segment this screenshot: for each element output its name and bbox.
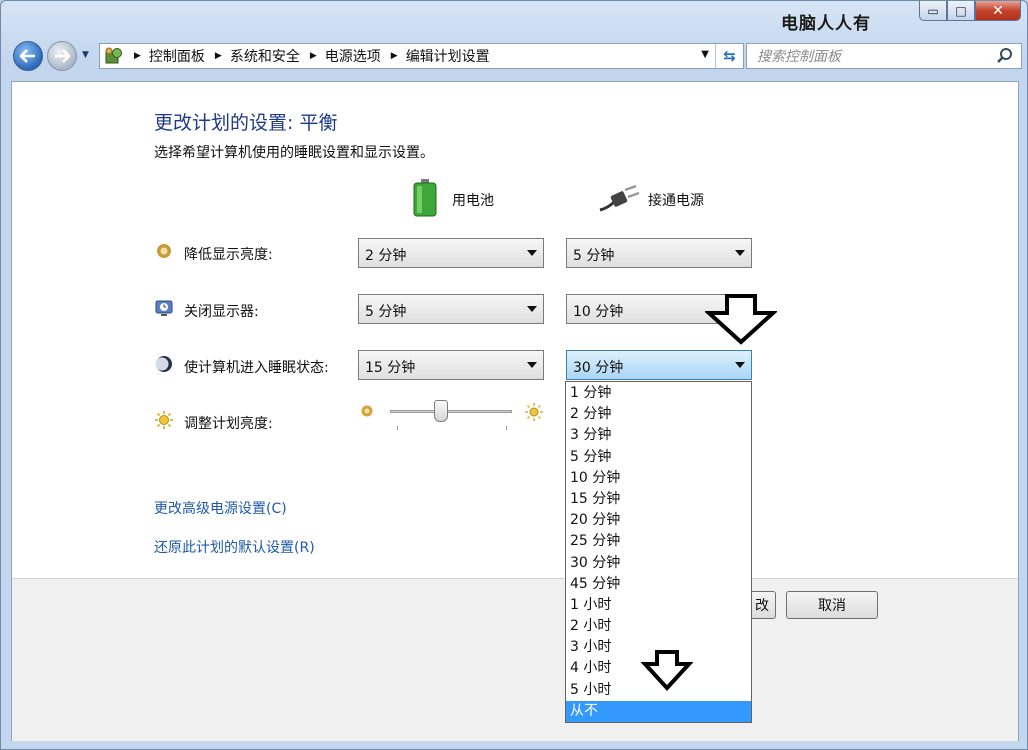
sleep-plugged-select[interactable]: 30 分钟 (566, 350, 752, 380)
breadcrumb-separator-icon: ▶ (214, 51, 222, 61)
chevron-down-icon (527, 306, 537, 312)
plugged-in-column-label: 接通电源 (648, 193, 704, 209)
maximize-button[interactable]: □ (947, 1, 975, 21)
advanced-settings-link[interactable]: 更改高级电源设置(C) (154, 498, 287, 518)
dropdown-option[interactable]: 10 分钟 (566, 468, 751, 489)
turn-off-display-battery-value: 5 分钟 (365, 304, 407, 320)
sleep-plugged-value: 30 分钟 (573, 360, 624, 376)
close-button[interactable]: ✕ (975, 1, 1021, 21)
breadcrumb-separator-icon: ▶ (309, 51, 317, 61)
battery-column-label: 用电池 (452, 193, 494, 209)
slider-tick (397, 426, 398, 430)
control-panel-icon (105, 47, 122, 64)
turn-off-display-icon (155, 300, 173, 316)
navigation-bar: ▼ ▶ 控制面板 ▶ 系统和安全 ▶ 电源选项 ▶ 编辑计划设置 ▼ ⇆ 搜索控… (11, 39, 1022, 73)
dim-display-plugged-value: 5 分钟 (573, 248, 615, 264)
turn-off-display-battery-select[interactable]: 5 分钟 (358, 294, 544, 324)
dropdown-option[interactable]: 从不 (566, 700, 751, 722)
dim-display-battery-select[interactable]: 2 分钟 (358, 238, 544, 268)
breadcrumb-control-panel[interactable]: 控制面板 (149, 46, 205, 66)
footer-area: 改 取消 (12, 579, 1018, 741)
brightness-slider-thumb[interactable] (434, 400, 449, 422)
dropdown-option[interactable]: 2 小时 (566, 616, 751, 637)
sleep-battery-value: 15 分钟 (365, 360, 416, 376)
history-dropdown-icon[interactable]: ▼ (82, 50, 89, 60)
chevron-down-icon (527, 362, 537, 368)
chevron-down-icon (735, 250, 745, 256)
page-subtitle: 选择希望计算机使用的睡眠设置和显示设置。 (154, 145, 434, 161)
minimize-button[interactable]: ▭ (919, 1, 947, 21)
breadcrumb-separator-icon: ▶ (390, 51, 398, 61)
dim-display-icon (157, 244, 171, 258)
sleep-label: 使计算机进入睡眠状态: (184, 360, 329, 376)
dim-display-label: 降低显示亮度: (184, 247, 273, 263)
back-arrow-icon (20, 49, 35, 63)
back-button[interactable] (13, 41, 43, 71)
sleep-moon-icon (155, 356, 172, 372)
chevron-down-icon (735, 362, 745, 368)
dropdown-option[interactable]: 1 分钟 (566, 383, 751, 404)
refresh-icon[interactable]: ⇆ (715, 44, 743, 68)
content-panel: 更改计划的设置: 平衡 选择希望计算机使用的睡眠设置和显示设置。 用电池 接通电… (11, 81, 1019, 741)
sun-brightness-icon (155, 411, 173, 429)
address-dropdown-icon[interactable]: ▼ (701, 49, 709, 60)
dropdown-option[interactable]: 20 分钟 (566, 510, 751, 531)
dropdown-option[interactable]: 45 分钟 (566, 574, 751, 595)
breadcrumb-separator-icon: ▶ (134, 51, 141, 61)
brightness-label: 调整计划亮度: (184, 416, 273, 432)
dim-display-plugged-select[interactable]: 5 分钟 (566, 238, 752, 268)
power-plug-icon (599, 184, 640, 212)
page-title: 更改计划的设置: 平衡 (154, 112, 338, 134)
search-placeholder: 搜索控制面板 (757, 49, 841, 65)
address-bar[interactable]: ▶ 控制面板 ▶ 系统和安全 ▶ 电源选项 ▶ 编辑计划设置 ▼ ⇆ (99, 43, 744, 69)
battery-icon (413, 179, 437, 217)
cancel-button[interactable]: 取消 (786, 591, 878, 619)
restore-defaults-link[interactable]: 还原此计划的默认设置(R) (154, 537, 315, 557)
annotation-down-arrow-icon (705, 294, 777, 345)
dim-display-battery-value: 2 分钟 (365, 248, 407, 264)
dropdown-option[interactable]: 3 分钟 (566, 425, 751, 446)
dropdown-option[interactable]: 30 分钟 (566, 553, 751, 574)
chevron-down-icon (527, 250, 537, 256)
dropdown-option[interactable]: 25 分钟 (566, 531, 751, 552)
dropdown-option[interactable]: 5 分钟 (566, 447, 751, 468)
forward-arrow-icon (55, 49, 70, 63)
slider-tick (506, 426, 507, 430)
watermark: 电脑人人有 (781, 14, 871, 34)
caption-buttons: ▭ □ ✕ (919, 1, 1021, 21)
turn-off-display-label: 关闭显示器: (184, 304, 259, 320)
control-panel-window: 电脑人人有 ▭ □ ✕ ▼ ▶ 控制面板 ▶ 系统和安全 ▶ 电源选项 ▶ 编辑… (0, 0, 1028, 750)
breadcrumb-system-security[interactable]: 系统和安全 (230, 46, 300, 66)
breadcrumb-edit-plan[interactable]: 编辑计划设置 (406, 46, 490, 66)
dropdown-option[interactable]: 1 小时 (566, 595, 751, 616)
dropdown-option[interactable]: 15 分钟 (566, 489, 751, 510)
low-brightness-icon (361, 405, 373, 417)
dropdown-option[interactable]: 2 分钟 (566, 404, 751, 425)
search-box[interactable]: 搜索控制面板 (746, 43, 1022, 69)
turn-off-display-plugged-value: 10 分钟 (573, 304, 624, 320)
brightness-slider-track[interactable] (390, 410, 512, 413)
high-brightness-icon (525, 403, 543, 421)
search-icon[interactable] (996, 47, 1014, 65)
forward-button[interactable] (47, 41, 77, 71)
breadcrumb-power-options[interactable]: 电源选项 (325, 46, 381, 66)
sleep-battery-select[interactable]: 15 分钟 (358, 350, 544, 380)
annotation-down-arrow-icon (641, 650, 693, 691)
